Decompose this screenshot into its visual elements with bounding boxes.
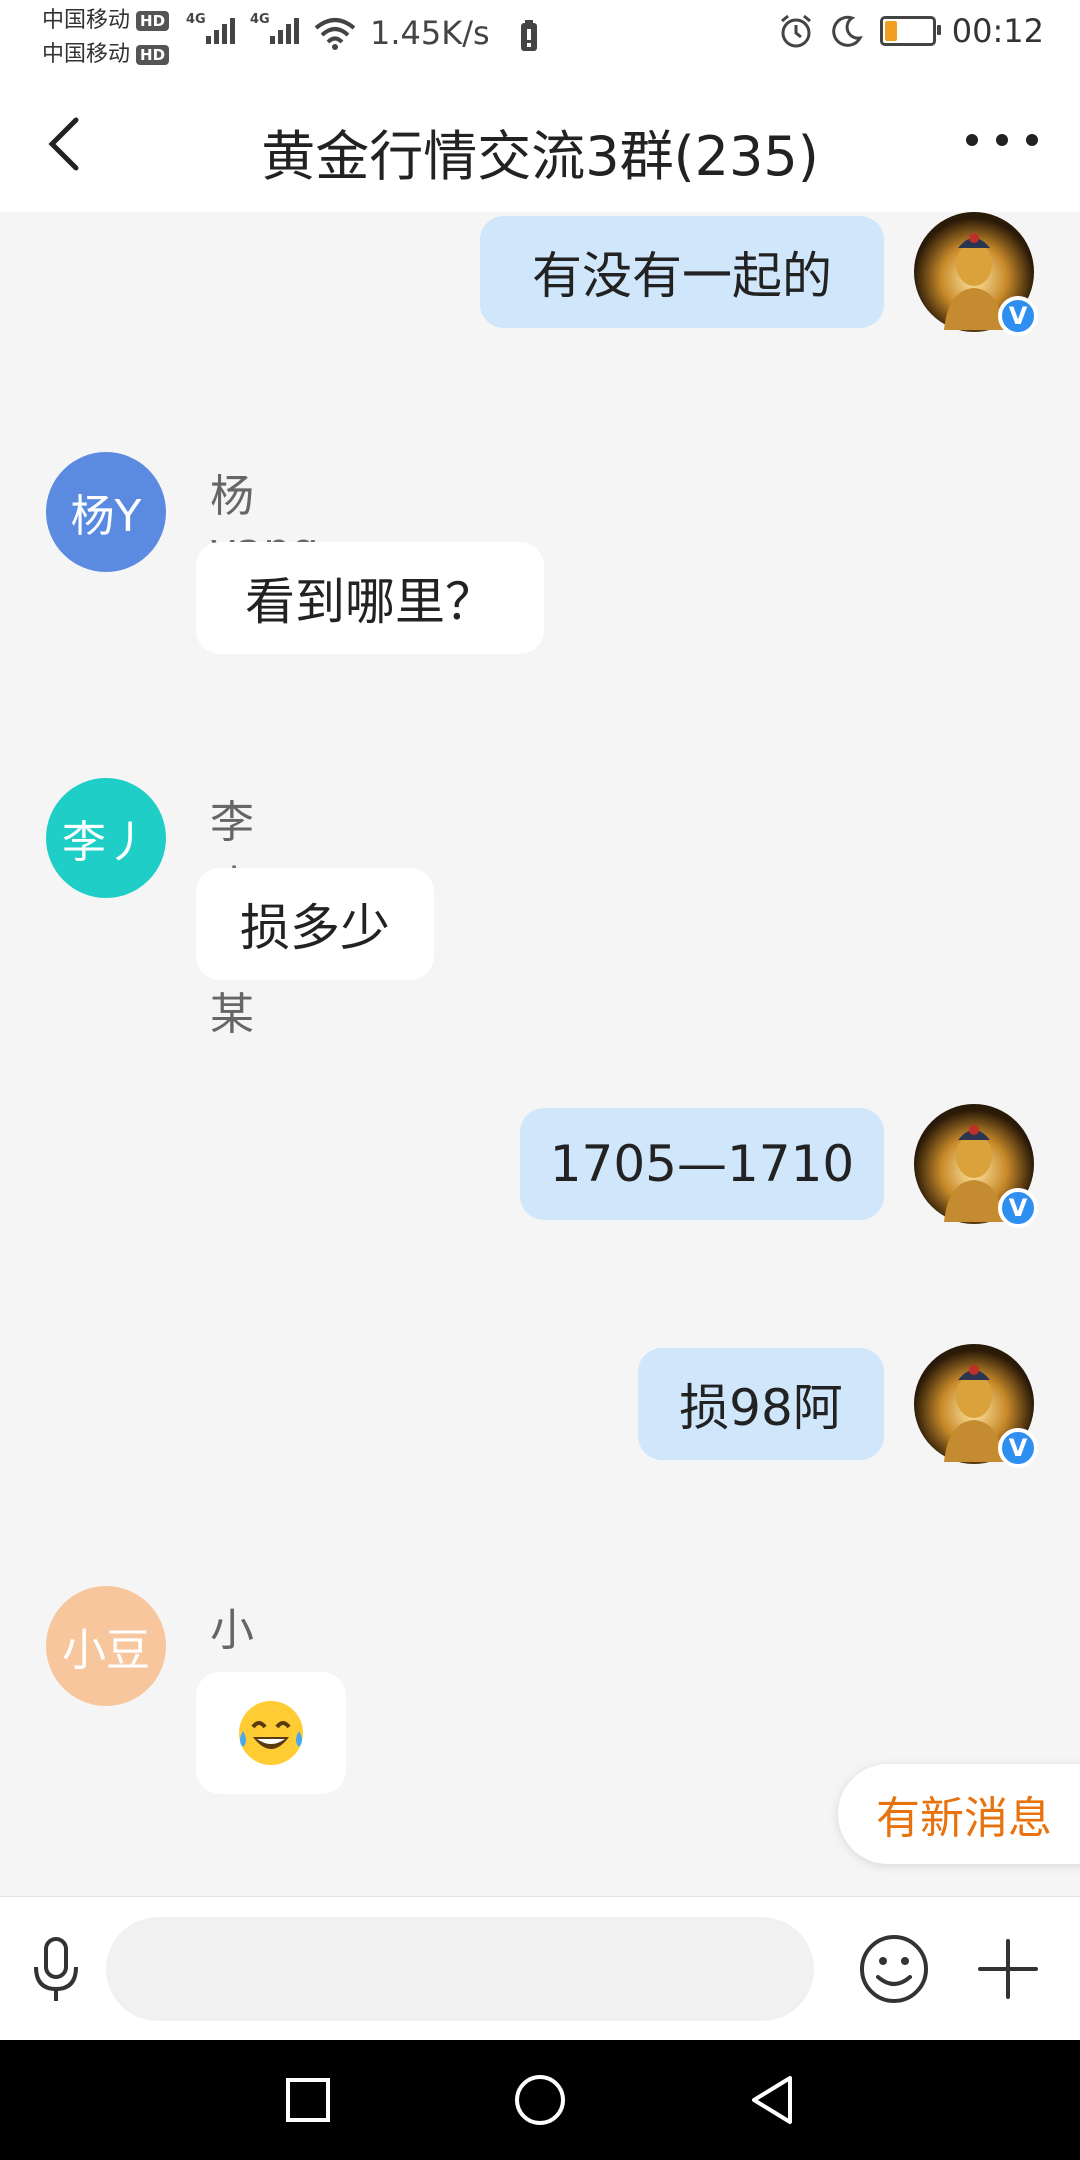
tears-of-joy-emoji (239, 1701, 303, 1765)
status-bar: 中国移动 HD 中国移动 HD 4G 4G 1.45K/s 00:12 (0, 0, 1080, 72)
avatar[interactable]: V (914, 1344, 1038, 1468)
square-icon[interactable] (278, 2070, 338, 2130)
microphone-icon[interactable] (28, 1935, 84, 2005)
chat-title: 黄金行情交流3群(235) (261, 125, 819, 188)
verified-badge: V (998, 1188, 1038, 1228)
battery-saver-icon (521, 20, 537, 51)
signal-icon-2 (270, 18, 299, 44)
message-bubble[interactable] (196, 1672, 346, 1794)
clock: 00:12 (951, 12, 1044, 50)
chat-header: 黄金行情交流3群(235) (0, 72, 1080, 212)
carrier-1: 中国移动 (42, 8, 131, 33)
new-message-button[interactable]: 有新消息 (838, 1764, 1080, 1864)
network-label-2: 4G (250, 12, 270, 27)
input-bar (0, 1896, 1080, 2041)
battery-icon (879, 16, 941, 46)
triangle-back-icon[interactable] (742, 2070, 802, 2130)
message-bubble[interactable]: 1705—1710 (520, 1108, 884, 1220)
message-bubble[interactable]: 有没有一起的 (480, 216, 884, 328)
more-dots-icon[interactable] (966, 134, 1038, 146)
hd-badge-2: HD (136, 45, 170, 65)
avatar[interactable]: V (914, 1104, 1038, 1228)
network-label-1: 4G (186, 12, 206, 27)
circle-icon[interactable] (510, 2070, 570, 2130)
system-nav-bar (0, 2040, 1080, 2160)
avatar[interactable]: 李丿 (46, 778, 166, 898)
message-bubble[interactable]: 损多少 (196, 868, 434, 980)
network-speed: 1.45K/s (370, 14, 490, 52)
smiley-icon[interactable] (858, 1933, 930, 2005)
carrier-2: 中国移动 (42, 42, 131, 67)
message-input[interactable] (106, 1917, 814, 2021)
message-bubble[interactable]: 看到哪里？ (196, 542, 544, 654)
alarm-icon (780, 14, 811, 48)
moon-icon (832, 15, 863, 47)
verified-badge: V (998, 296, 1038, 336)
avatar[interactable]: 小豆 (46, 1586, 166, 1706)
hd-badge-1: HD (136, 11, 170, 31)
wifi-icon (314, 18, 356, 50)
plus-icon[interactable] (976, 1937, 1040, 2001)
verified-badge: V (998, 1428, 1038, 1468)
message-bubble[interactable]: 损98阿 (638, 1348, 884, 1460)
signal-icon (206, 18, 235, 44)
avatar[interactable]: 杨Y (46, 452, 166, 572)
avatar[interactable]: V (914, 212, 1038, 336)
carrier-block: 中国移动 HD 中国移动 HD (42, 4, 170, 72)
